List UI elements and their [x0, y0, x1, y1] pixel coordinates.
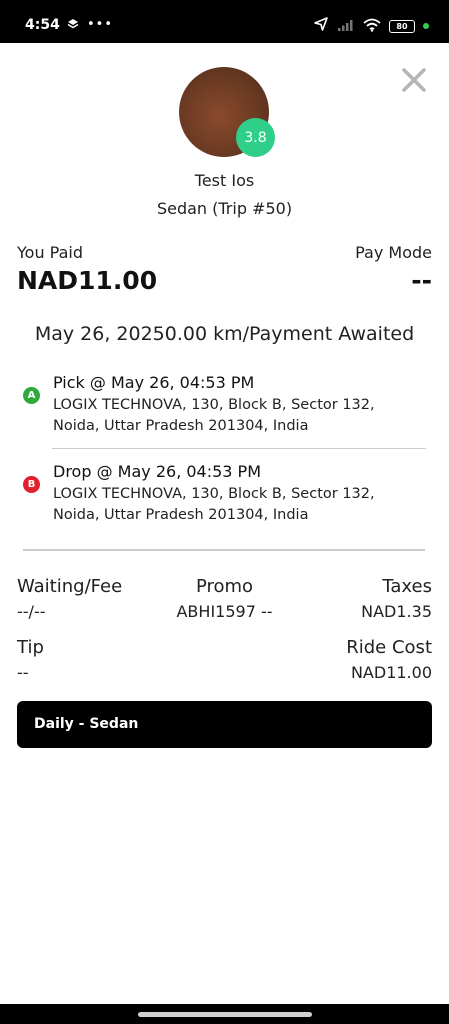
pickup-title: Pick @ May 26, 04:53 PM	[53, 373, 255, 392]
wifi-icon	[363, 17, 381, 36]
driver-name: Test Ios	[194, 171, 255, 190]
status-time: 4:54	[25, 17, 60, 33]
paid-amount: NAD11.00	[17, 266, 158, 295]
close-button[interactable]	[401, 67, 427, 93]
pay-mode-label: Pay Mode	[355, 243, 432, 262]
status-dot-icon	[423, 23, 429, 29]
vehicle-trip-label: Sedan (Trip #50)	[156, 199, 293, 218]
pickup-address: LOGIX TECHNOVA, 130, Block B, Sector 132…	[53, 397, 375, 434]
close-icon	[402, 68, 426, 92]
section-divider	[23, 549, 425, 551]
status-bar: 4:54 ••• 80	[0, 0, 449, 43]
taxes-label: Taxes	[382, 576, 432, 597]
pickup-stop: A Pick @ May 26, 04:53 PM LOGIX TECHNOVA…	[23, 373, 433, 439]
ride-cost-label: Ride Cost	[346, 637, 432, 658]
taxes-value: NAD1.35	[361, 602, 432, 621]
battery-icon: 80	[389, 19, 415, 33]
layers-icon	[67, 15, 79, 34]
drop-address: LOGIX TECHNOVA, 130, Block B, Sector 132…	[53, 486, 375, 523]
pickup-marker-icon: A	[23, 387, 40, 404]
drop-stop: B Drop @ May 26, 04:53 PM LOGIX TECHNOVA…	[23, 462, 433, 528]
more-dots-icon: •••	[87, 17, 114, 32]
signal-icon	[337, 17, 355, 36]
tip-label: Tip	[17, 637, 44, 658]
pay-mode-value: --	[411, 266, 432, 295]
tip-value: --	[17, 663, 29, 682]
ride-cost-value: NAD11.00	[350, 663, 432, 682]
drop-marker-icon: B	[23, 476, 40, 493]
ride-category-label: Daily - Sedan	[34, 716, 139, 732]
home-gesture-handle[interactable]	[138, 1012, 312, 1017]
stop-divider	[52, 448, 426, 449]
location-arrow-icon	[313, 16, 329, 36]
you-paid-label: You Paid	[17, 243, 83, 262]
ride-category-bar: Daily - Sedan	[17, 701, 432, 748]
rating-badge: 3.8	[236, 118, 275, 157]
drop-title: Drop @ May 26, 04:53 PM	[53, 462, 262, 481]
trip-summary: May 26, 20250.00 km/Payment Awaited	[34, 323, 415, 345]
